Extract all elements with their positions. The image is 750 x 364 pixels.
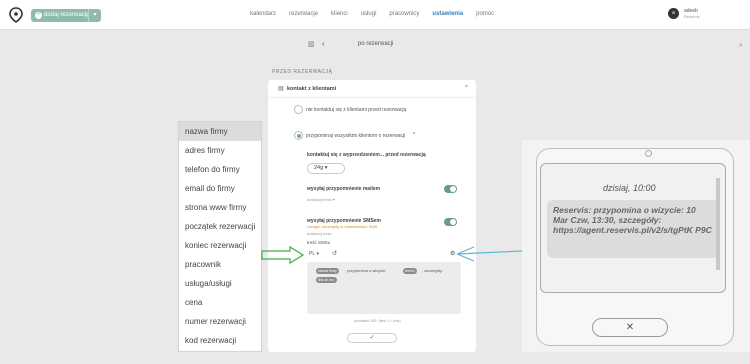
sub-toolbar: ▥ ‹ po rezerwacji ⌕ [0, 31, 750, 61]
chevron-up-icon[interactable]: ^ [413, 132, 415, 138]
sms-language-value: PL [309, 251, 315, 257]
sms-message-editor[interactable]: nazwa firmy , przypomina o wizycie: term… [307, 262, 461, 314]
dropdown-item-price[interactable]: cena [179, 293, 261, 312]
sms-customize-link[interactable]: dostosuj treść [307, 231, 332, 236]
document-icon: ▤ [278, 86, 284, 92]
email-reminder-label: wysyłaj przypomnienie mailem [307, 186, 381, 192]
variable-dropdown: nazwa firmy adres firmy telefon do firmy… [178, 121, 262, 352]
card-title: kontakt z klientami [287, 86, 337, 92]
hours-value: 24g [314, 165, 324, 171]
sms-bubble: Reservis: przypomina o wizycie: 10 Mar C… [547, 200, 719, 258]
nav-settings[interactable]: ustawienia [432, 11, 463, 17]
nav-reservations[interactable]: rezerwacje [289, 11, 318, 17]
close-icon: ✕ [625, 322, 635, 333]
nav-services[interactable]: usługi [361, 11, 377, 17]
zoom-icon[interactable]: ⌕ [739, 42, 743, 50]
plus-icon: + [35, 12, 42, 19]
settings-icon[interactable]: ⚙ [450, 250, 455, 257]
undo-icon[interactable]: ↺ [332, 250, 337, 257]
dropdown-item-reservation-number[interactable]: numer rezerwacji [179, 312, 261, 331]
email-customize-link[interactable]: dostosuj treść ▾ [307, 197, 335, 202]
token-link[interactable]: link do rez. [316, 277, 337, 283]
dropdown-item-company-address[interactable]: adres firmy [179, 141, 261, 160]
card-header[interactable]: ▤ kontakt z klientami ^ [268, 80, 476, 98]
check-icon: ✓ [369, 335, 375, 341]
sms-content-label: treść SMSu [307, 240, 331, 245]
option-no-contact-label: nie kontaktuj się z klientami przed reze… [306, 107, 407, 113]
hours-select[interactable]: 24g ▾ [307, 163, 345, 174]
user-company: Reservis [684, 14, 700, 19]
radio-no-contact[interactable] [294, 105, 303, 114]
sms-reminder-toggle[interactable] [444, 218, 457, 226]
dropdown-item-services[interactable]: usługa/usługi [179, 274, 261, 293]
contact-before-label: kontaktuj się z wyprzedzeniem... przed r… [307, 152, 426, 158]
avatar: a [668, 8, 679, 19]
dropdown-item-reservation-start[interactable]: początek rezerwacji [179, 217, 261, 236]
section-label: PRZED REZERWACJĄ [272, 69, 333, 75]
page-title: po rezerwacji [358, 41, 394, 47]
dropdown-item-reservation-end[interactable]: koniec rezerwacji [179, 236, 261, 255]
dropdown-item-company-phone[interactable]: telefon do firmy [179, 160, 261, 179]
chevron-left-icon[interactable]: ‹ [322, 39, 325, 48]
chevron-down-icon: ▾ [324, 165, 328, 171]
sms-time: dzisiaj, 10:00 [603, 183, 656, 193]
close-preview-button[interactable]: ✕ [592, 318, 668, 337]
token-company-name[interactable]: nazwa firmy [316, 268, 339, 274]
dropdown-item-company-email[interactable]: email do firmy [179, 179, 261, 198]
dropdown-item-reservation-code[interactable]: kod rezerwacji [179, 331, 261, 350]
save-button[interactable]: ✓ [347, 333, 397, 343]
dropdown-item-company-name[interactable]: nazwa firmy [179, 122, 261, 141]
top-bar: + dodaj rezerwację ▾ kalendarz rezerwacje… [0, 0, 750, 30]
message-text: , przypomina o wizycie: [345, 268, 387, 273]
nav-clients[interactable]: klienci [331, 11, 348, 17]
sms-language-select[interactable]: PL ▾ [309, 251, 319, 257]
chevron-up-icon[interactable]: ^ [465, 85, 468, 91]
email-reminder-toggle[interactable] [444, 185, 457, 193]
token-date[interactable]: termin [403, 268, 417, 274]
phone-camera-icon [645, 150, 652, 157]
option-remind-all-label: przypominaj wszystkim klientom o rezerwa… [306, 133, 406, 139]
nav-employees[interactable]: pracownicy [389, 11, 419, 17]
nav-calendar[interactable]: kalendarz [250, 11, 276, 17]
dropdown-item-employee[interactable]: pracownik [179, 255, 261, 274]
sms-warning: Uwaga: szczegóły w ustawieniach SMS [307, 224, 378, 229]
message-text-2: , szczegóły: [422, 268, 443, 273]
trash-icon[interactable]: ▥ [308, 40, 315, 48]
radio-remind-all[interactable] [294, 131, 303, 140]
sms-counter: pozostało 100 / (limit 1 = sms) [354, 319, 401, 323]
email-customize-label: dostosuj treść [307, 197, 332, 202]
chevron-down-icon[interactable]: ▾ [88, 9, 101, 22]
add-reservation-button[interactable]: + dodaj rezerwację ▾ [31, 9, 101, 22]
dropdown-item-company-website[interactable]: strona www firmy [179, 198, 261, 217]
add-reservation-label: dodaj rezerwację [44, 12, 90, 18]
phone-scrollbar[interactable] [716, 178, 720, 270]
logo-icon[interactable] [8, 7, 24, 23]
nav-help[interactable]: pomoc [476, 11, 494, 17]
main-nav: kalendarz rezerwacje klienci usługi prac… [250, 11, 507, 17]
